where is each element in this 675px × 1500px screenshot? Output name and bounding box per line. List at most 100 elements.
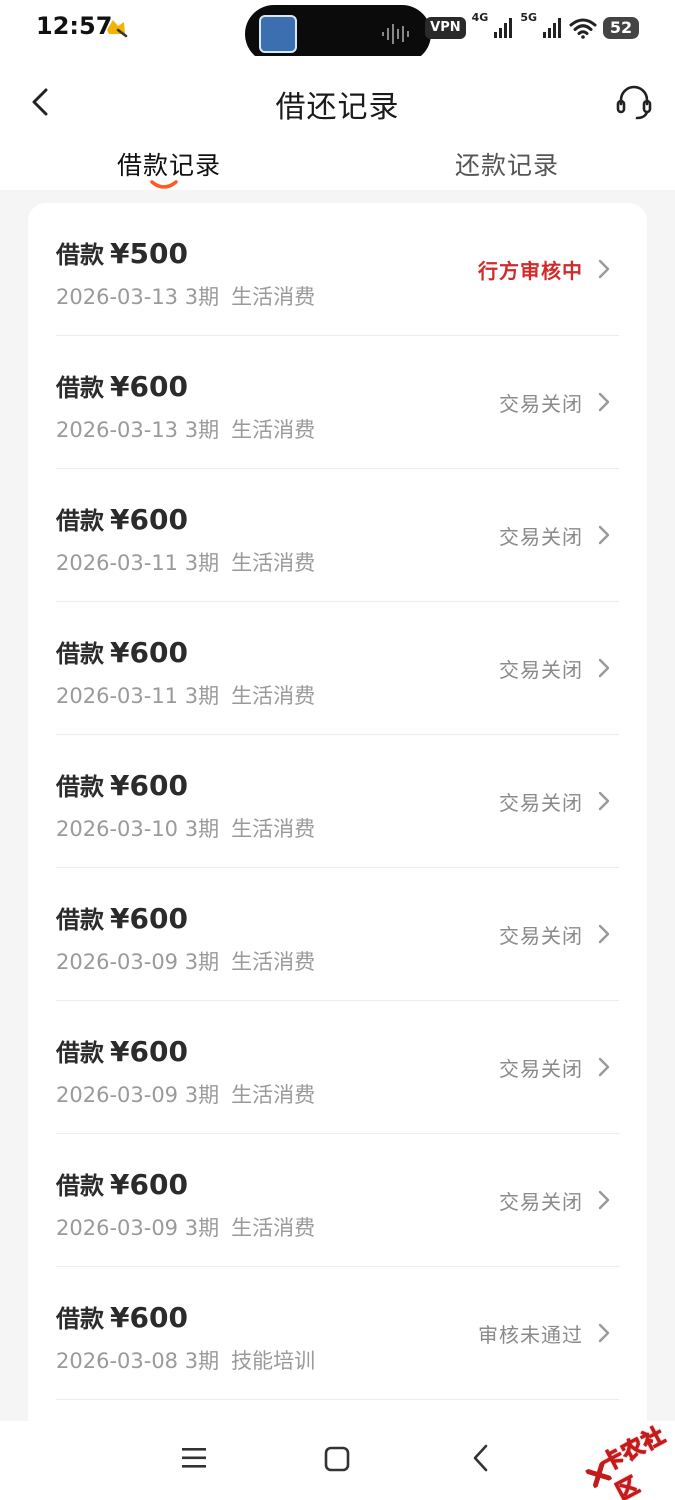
record-status: 交易关闭 xyxy=(499,658,583,682)
audio-wave-icon xyxy=(382,24,409,44)
record-term: 3期 xyxy=(184,551,220,575)
loan-record-row[interactable]: 借款 ¥600 2026-03-11 3期 生活消费 交易关闭 xyxy=(56,602,619,735)
record-label: 借款 xyxy=(56,773,104,801)
chevron-right-icon xyxy=(598,1057,610,1077)
record-title: 借款 ¥600 xyxy=(56,900,188,935)
signal-icon xyxy=(543,18,561,38)
chevron-right-icon xyxy=(598,525,610,545)
record-date: 2026-03-13 xyxy=(56,285,179,309)
record-label: 借款 xyxy=(56,1172,104,1200)
network-type-1: 4G xyxy=(471,11,489,24)
record-amount: ¥500 xyxy=(110,237,188,270)
record-amount: ¥600 xyxy=(110,370,188,403)
loan-record-row[interactable]: 借款 ¥600 2026-03-11 3期 生活消费 交易关闭 xyxy=(56,469,619,602)
record-amount: ¥600 xyxy=(110,769,188,802)
loan-record-row[interactable]: 借款 ¥600 2026-03-09 3期 生活消费 交易关闭 xyxy=(56,1001,619,1134)
chevron-right-icon xyxy=(598,1190,610,1210)
page-header: 借还记录 借款记录 还款记录 xyxy=(0,56,675,190)
chevron-right-icon xyxy=(598,791,610,811)
record-status: 行方审核中 xyxy=(478,259,583,283)
record-term: 3期 xyxy=(184,418,220,442)
record-purpose: 技能培训 xyxy=(231,1349,316,1373)
loan-record-row[interactable]: 借款 ¥500 2026-03-13 3期 生活消费 行方审核中 xyxy=(56,203,619,336)
record-term: 3期 xyxy=(184,817,220,841)
record-date: 2026-03-11 xyxy=(56,551,179,575)
record-status: 审核未通过 xyxy=(478,1323,583,1347)
record-status: 交易关闭 xyxy=(499,924,583,948)
record-term: 3期 xyxy=(184,1349,220,1373)
status-bar: 12:57 VPN 4G 5G 52 xyxy=(0,0,675,63)
loan-record-row[interactable]: 借款 ¥600 2026-03-09 3期 生活消费 交易关闭 xyxy=(56,1134,619,1267)
record-label: 借款 xyxy=(56,241,104,269)
wifi-icon xyxy=(569,18,597,39)
signal-icon xyxy=(494,18,513,38)
record-label: 借款 xyxy=(56,1039,104,1067)
record-title: 借款 ¥600 xyxy=(56,501,188,536)
record-status: 交易关闭 xyxy=(499,791,583,815)
record-term: 3期 xyxy=(184,1083,220,1107)
record-date: 2026-03-10 xyxy=(56,817,179,841)
loan-record-row[interactable]: 借款 ¥600 2026-03-10 3期 生活消费 交易关闭 xyxy=(56,735,619,868)
home-icon[interactable] xyxy=(324,1446,350,1472)
record-status: 交易关闭 xyxy=(499,1057,583,1081)
record-purpose: 生活消费 xyxy=(231,684,316,708)
record-term: 3期 xyxy=(184,285,220,309)
record-details: 2026-03-11 3期 生活消费 xyxy=(56,547,315,577)
status-time: 12:57 xyxy=(36,12,113,40)
record-details: 2026-03-09 3期 生活消费 xyxy=(56,1079,315,1109)
record-label: 借款 xyxy=(56,640,104,668)
loan-record-row[interactable]: 借款 ¥600 2026-03-13 3期 生活消费 交易关闭 xyxy=(56,336,619,469)
back-icon[interactable] xyxy=(470,1443,492,1473)
record-status: 交易关闭 xyxy=(499,525,583,549)
recent-apps-icon[interactable] xyxy=(180,1445,208,1471)
record-label: 借款 xyxy=(56,906,104,934)
record-amount: ¥600 xyxy=(110,1035,188,1068)
dynamic-island[interactable] xyxy=(245,5,431,63)
record-label: 借款 xyxy=(56,1305,104,1333)
record-details: 2026-03-09 3期 生活消费 xyxy=(56,946,315,976)
record-status: 交易关闭 xyxy=(499,392,583,416)
record-title: 借款 ¥600 xyxy=(56,1166,188,1201)
record-label: 借款 xyxy=(56,507,104,535)
record-purpose: 生活消费 xyxy=(231,950,316,974)
loan-record-row[interactable]: 借款 ¥600 2026-03-08 3期 技能培训 审核未通过 xyxy=(56,1267,619,1400)
network-type-2: 5G xyxy=(520,11,537,24)
record-title: 借款 ¥600 xyxy=(56,1299,188,1334)
record-details: 2026-03-13 3期 生活消费 xyxy=(56,281,315,311)
record-details: 2026-03-08 3期 技能培训 xyxy=(56,1345,315,1375)
tab-loan-records[interactable]: 借款记录 xyxy=(89,146,249,182)
record-title: 借款 ¥600 xyxy=(56,767,188,802)
notification-icon xyxy=(107,20,128,38)
record-date: 2026-03-09 xyxy=(56,1083,179,1107)
record-amount: ¥600 xyxy=(110,1168,188,1201)
status-indicators: VPN 4G 5G 52 xyxy=(425,11,639,43)
record-details: 2026-03-09 3期 生活消费 xyxy=(56,1212,315,1242)
record-title: 借款 ¥500 xyxy=(56,235,188,270)
record-term: 3期 xyxy=(184,1216,220,1240)
record-tabs: 借款记录 还款记录 xyxy=(0,144,675,190)
chevron-right-icon xyxy=(598,1323,610,1343)
chevron-right-icon xyxy=(598,924,610,944)
active-tab-indicator xyxy=(150,180,178,189)
record-date: 2026-03-11 xyxy=(56,684,179,708)
page-title: 借还记录 xyxy=(275,90,400,125)
record-purpose: 生活消费 xyxy=(231,1083,316,1107)
record-amount: ¥600 xyxy=(110,1301,188,1334)
media-thumbnail xyxy=(259,15,297,53)
headset-icon[interactable] xyxy=(615,82,653,122)
record-amount: ¥600 xyxy=(110,636,188,669)
record-term: 3期 xyxy=(184,684,220,708)
tab-repayment-records[interactable]: 还款记录 xyxy=(427,146,587,182)
record-term: 3期 xyxy=(184,950,220,974)
record-title: 借款 ¥600 xyxy=(56,634,188,669)
record-purpose: 生活消费 xyxy=(231,817,316,841)
chevron-right-icon xyxy=(598,259,610,279)
record-purpose: 生活消费 xyxy=(231,418,316,442)
record-amount: ¥600 xyxy=(110,902,188,935)
record-label: 借款 xyxy=(56,374,104,402)
record-details: 2026-03-11 3期 生活消费 xyxy=(56,680,315,710)
record-title: 借款 ¥600 xyxy=(56,1033,188,1068)
record-date: 2026-03-09 xyxy=(56,1216,179,1240)
loan-record-row[interactable]: 借款 ¥600 2026-03-09 3期 生活消费 交易关闭 xyxy=(56,868,619,1001)
record-purpose: 生活消费 xyxy=(231,285,316,309)
